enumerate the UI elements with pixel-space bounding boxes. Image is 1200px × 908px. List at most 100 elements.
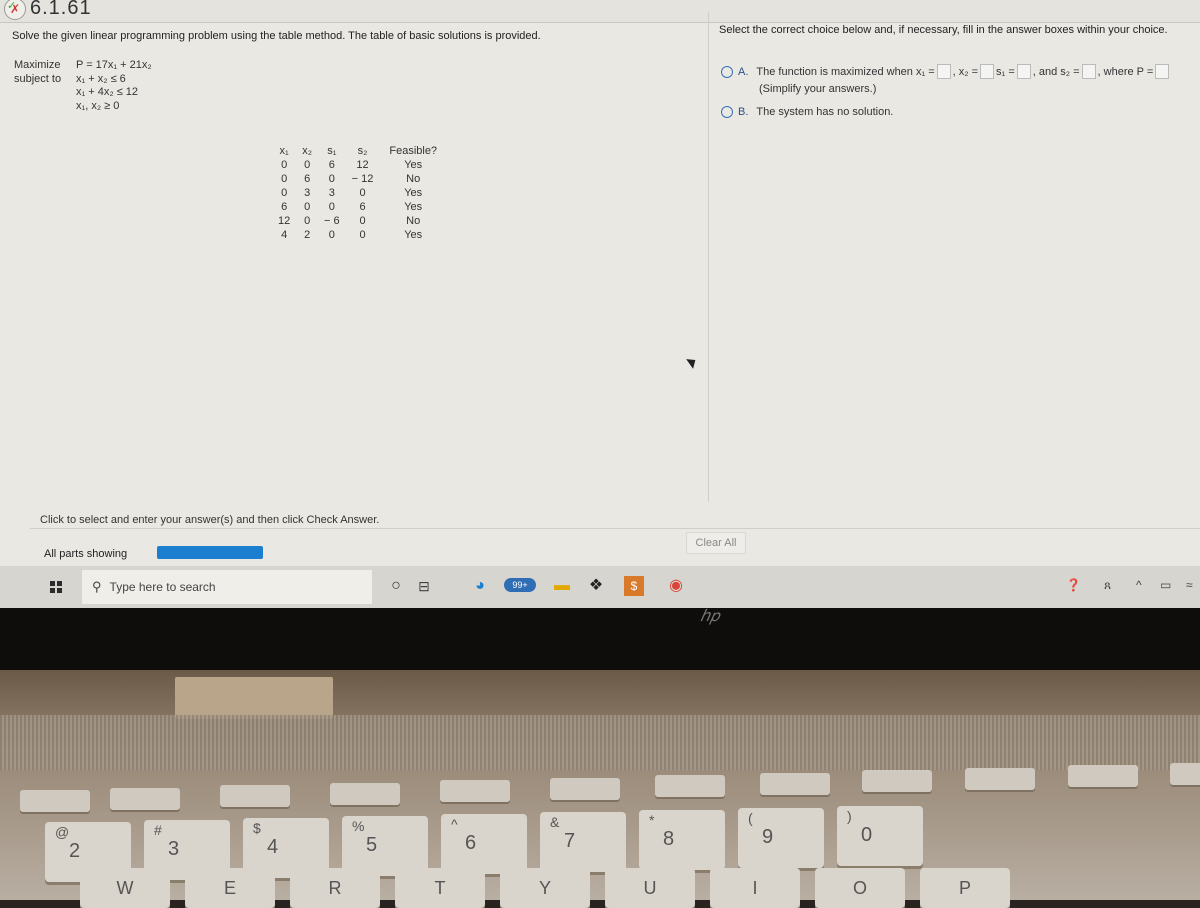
monitor-screen: ✗ 6.1.61 Solve the given linear programm… xyxy=(0,0,1200,610)
letter-key[interactable]: I xyxy=(710,868,800,908)
table-cell: Yes xyxy=(404,201,423,213)
progress-fill xyxy=(157,546,263,559)
key-main-label: 5 xyxy=(366,834,378,856)
header-x1: x₁ xyxy=(279,145,289,157)
function-key[interactable] xyxy=(862,770,932,792)
option-b-radio[interactable] xyxy=(721,106,733,118)
constraint-1: x₁ + x₂ ≤ 6 xyxy=(76,72,126,85)
p-answer-box[interactable] xyxy=(1155,64,1170,79)
s2-answer-box[interactable] xyxy=(1081,64,1096,79)
letter-key[interactable]: Y xyxy=(500,868,590,908)
function-key[interactable] xyxy=(655,775,725,797)
answer-pane: Select the correct choice below and, if … xyxy=(708,12,1200,502)
number-key[interactable]: & 7 xyxy=(540,812,626,872)
s1-answer-box[interactable] xyxy=(1016,64,1031,79)
function-key[interactable] xyxy=(220,785,290,807)
windows-start-icon[interactable] xyxy=(50,581,62,593)
help-icon[interactable]: ❓ xyxy=(1066,578,1081,592)
table-row: 0 6 0 − 12 No xyxy=(272,172,443,186)
wifi-icon[interactable]: ≈ xyxy=(1186,578,1193,592)
table-cell: 0 xyxy=(281,159,288,171)
header-x2: x₂ xyxy=(302,145,313,157)
file-explorer-icon[interactable]: ▬ xyxy=(552,576,572,596)
constraints-label: subject to xyxy=(14,72,62,85)
function-key[interactable] xyxy=(330,782,400,805)
objective-label: Maximize xyxy=(14,59,61,71)
letter-key[interactable]: W xyxy=(80,868,170,908)
option-a-text-x2: , x₂ = xyxy=(952,65,979,78)
key-main-label: 6 xyxy=(465,832,477,854)
number-key[interactable]: % 5 xyxy=(342,816,428,876)
search-placeholder: Type here to search xyxy=(109,580,216,594)
table-cell: 6 xyxy=(281,201,288,213)
basic-solutions-table: x₁ x₂ s₁ s₂ Feasible? 0 0 6 12 Yes 0 6 0− 12 No 0… xyxy=(272,145,443,242)
function-key[interactable] xyxy=(965,767,1035,790)
table-row: 0 3 3 0 Yes xyxy=(272,186,443,200)
function-key[interactable] xyxy=(760,772,830,795)
chevron-up-icon[interactable]: ^ xyxy=(1136,578,1142,592)
number-key[interactable]: ) 0 xyxy=(837,806,923,866)
letter-key[interactable]: R xyxy=(290,868,380,908)
lp-problem: Maximize P = 17x₁ + 21x₂ subject to x₁ + x… xyxy=(14,59,152,113)
number-key[interactable]: ^ 6 xyxy=(441,814,527,874)
letter-key[interactable]: O xyxy=(815,868,905,908)
check-answer-instruction: Click to select and enter your answer(s)… xyxy=(40,514,380,526)
option-b-letter: B. xyxy=(738,106,749,118)
table-cell: Yes xyxy=(404,159,423,171)
key-main-label: 7 xyxy=(564,830,576,852)
table-cell: 6 xyxy=(328,159,335,171)
taskbar-search-box[interactable]: ⚲ Type here to search xyxy=(82,570,372,604)
table-cell: 12 xyxy=(278,215,291,227)
parts-progress-bar xyxy=(157,546,263,559)
table-cell: 12 xyxy=(356,159,369,171)
table-cell: − 12 xyxy=(351,173,374,185)
table-cell: − 6 xyxy=(324,215,340,227)
function-key[interactable] xyxy=(110,787,180,810)
table-cell: 0 xyxy=(359,215,366,227)
table-cell: Yes xyxy=(404,229,423,241)
table-cell: 2 xyxy=(304,229,311,241)
option-a[interactable]: A. The function is maximized when x₁ = ,… xyxy=(721,64,1171,79)
search-icon: ⚲ xyxy=(92,579,102,594)
header-s1: s₁ xyxy=(327,145,337,157)
option-b[interactable]: B. The system has no solution. xyxy=(721,106,893,118)
option-a-text-x1: The function is maximized when x₁ = xyxy=(756,65,935,78)
option-a-radio[interactable] xyxy=(721,65,733,78)
letter-key[interactable]: T xyxy=(395,868,485,908)
edge-browser-icon[interactable]: ◕ xyxy=(470,576,490,596)
number-key[interactable]: * 8 xyxy=(639,810,725,870)
table-cell: 0 xyxy=(304,215,311,227)
dropbox-icon[interactable]: ❖ xyxy=(586,576,606,596)
mail-icon[interactable]: 99+ xyxy=(504,578,536,592)
laptop-hinge xyxy=(175,677,333,719)
table-cell: 0 xyxy=(281,173,288,185)
people-icon[interactable]: ጸ xyxy=(1104,578,1111,593)
mouse-cursor-icon xyxy=(686,355,699,369)
app-s-icon[interactable]: $ xyxy=(624,576,644,596)
x1-answer-box[interactable] xyxy=(936,64,951,79)
task-view-icon[interactable]: ⊟ xyxy=(414,576,434,596)
letter-key[interactable]: E xyxy=(185,868,275,908)
function-key[interactable] xyxy=(1170,762,1200,785)
clear-all-button[interactable]: Clear All xyxy=(686,532,746,554)
chrome-icon[interactable]: ◉ xyxy=(666,576,686,596)
simplify-hint: (Simplify your answers.) xyxy=(759,83,877,95)
function-key[interactable] xyxy=(550,777,620,800)
table-row: 0 0 6 12 Yes xyxy=(272,158,443,172)
key-shift-label: * xyxy=(649,812,655,828)
key-main-label: 0 xyxy=(861,824,873,846)
question-id: ✗ 6.1.61 xyxy=(4,0,92,20)
letter-key[interactable]: P xyxy=(920,868,1010,908)
letter-key[interactable]: U xyxy=(605,868,695,908)
cortana-icon[interactable]: ○ xyxy=(386,576,406,596)
option-a-text-p: , where P = xyxy=(1097,65,1154,78)
key-shift-label: @ xyxy=(55,824,70,840)
key-shift-label: & xyxy=(550,814,560,830)
key-shift-label: ( xyxy=(748,810,753,826)
function-key[interactable] xyxy=(20,790,90,812)
function-key[interactable] xyxy=(440,780,510,802)
x2-answer-box[interactable] xyxy=(980,64,995,79)
battery-icon[interactable]: ▭ xyxy=(1160,578,1171,592)
number-key[interactable]: (9 xyxy=(738,808,824,868)
function-key[interactable] xyxy=(1068,765,1138,787)
